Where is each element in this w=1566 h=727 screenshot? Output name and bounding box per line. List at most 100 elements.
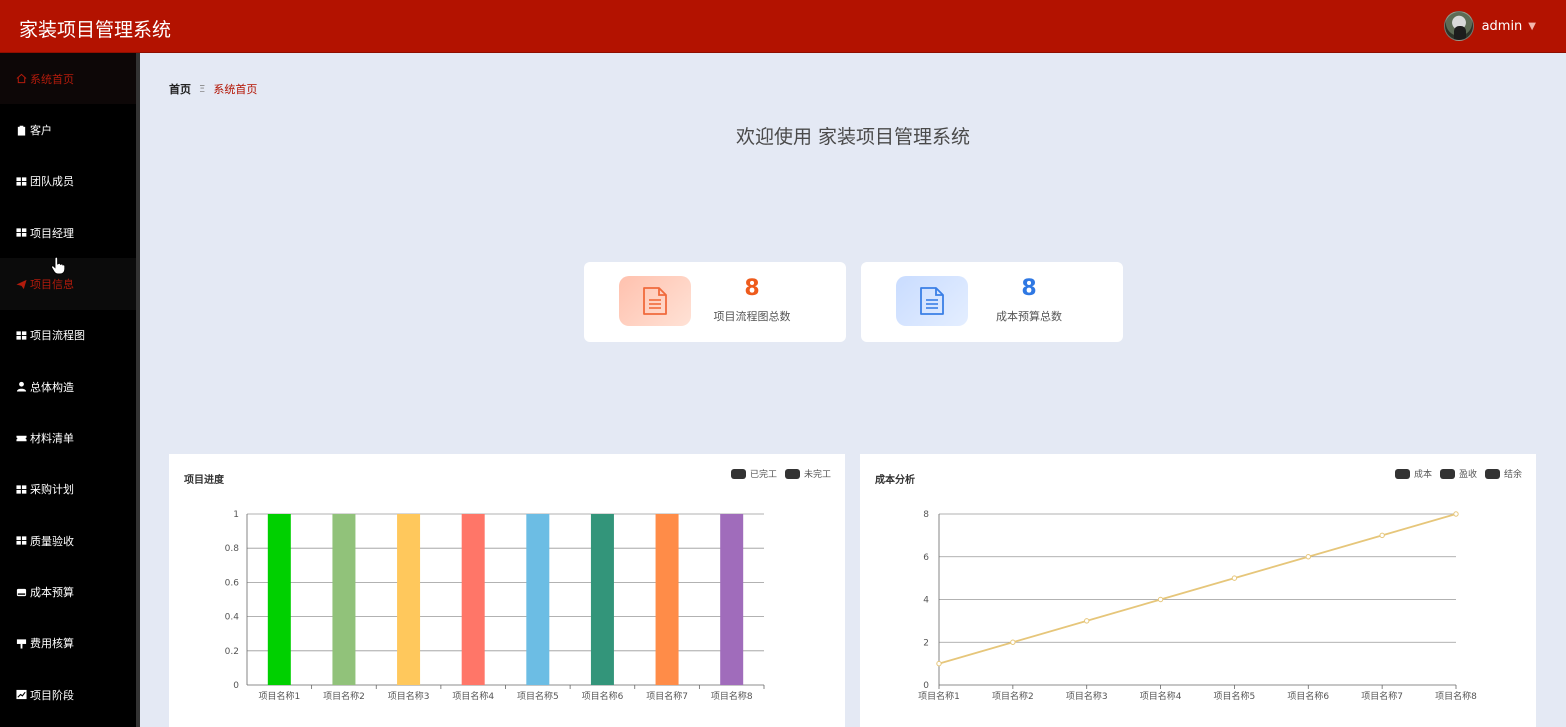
bar bbox=[590, 514, 614, 685]
breadcrumb: 首页 Ξ 系统首页 bbox=[169, 81, 257, 97]
sidebar-item-label: 总体构造 bbox=[30, 380, 74, 394]
y-tick-label: 0.2 bbox=[225, 647, 239, 657]
sidebar-item[interactable]: 项目信息 bbox=[0, 258, 139, 310]
breadcrumb-current: 系统首页 bbox=[213, 83, 258, 96]
stat-card-budgets: 8 成本预算总数 bbox=[861, 262, 1123, 342]
sidebar-item-label: 项目流程图 bbox=[30, 329, 85, 343]
bar bbox=[461, 514, 485, 685]
x-tick-label: 项目名称5 bbox=[517, 690, 559, 702]
x-tick-label: 项目名称8 bbox=[711, 690, 753, 702]
sidebar-item-label: 系统首页 bbox=[30, 72, 74, 86]
user-name[interactable]: admin bbox=[1482, 19, 1523, 34]
x-tick-label: 项目名称7 bbox=[1361, 690, 1403, 702]
x-tick-label: 项目名称2 bbox=[992, 690, 1034, 702]
send-icon bbox=[16, 279, 27, 290]
user-icon bbox=[16, 381, 27, 392]
data-point bbox=[1305, 554, 1311, 560]
y-tick-label: 6 bbox=[923, 553, 929, 563]
x-tick-label: 项目名称4 bbox=[452, 690, 494, 702]
x-tick-label: 项目名称4 bbox=[1140, 690, 1182, 702]
sign-icon bbox=[16, 638, 27, 649]
data-point bbox=[1231, 575, 1238, 581]
data-point bbox=[1157, 596, 1164, 603]
stat-label: 项目流程图总数 bbox=[713, 310, 791, 323]
sidebar-item[interactable]: 项目阶段 bbox=[0, 669, 139, 720]
progress-chart-panel: 项目进度 已完工 未完工 0 0.2 0.4 0.6 0.8 1 项目名称1 项目名称2 项目名… bbox=[169, 454, 845, 727]
app-title: 家装项目管理系统 bbox=[19, 19, 172, 41]
line-chart: 0 2 4 6 8 项目名称1 项目名称2 项目名称3 项目名称4 项目名称5 项目名称6 项目名称7… bbox=[918, 510, 1477, 702]
x-tick-label: 项目名称6 bbox=[582, 690, 624, 702]
sidebar-item[interactable]: 项目经理 bbox=[0, 207, 139, 258]
bar bbox=[655, 514, 679, 685]
y-tick-label: 8 bbox=[923, 510, 929, 520]
y-tick-label: 0 bbox=[923, 681, 929, 691]
x-tick-label: 项目名称1 bbox=[918, 690, 960, 702]
y-tick-label: 0.4 bbox=[225, 613, 240, 623]
sidebar-item[interactable]: 成本预算 bbox=[0, 566, 139, 617]
bar bbox=[720, 514, 744, 685]
data-point bbox=[1379, 532, 1385, 539]
data-point bbox=[1010, 639, 1016, 645]
y-tick-label: 0 bbox=[233, 681, 239, 691]
sidebar-item[interactable]: 采购计划 bbox=[0, 464, 139, 515]
sidebar-item[interactable]: 系统首页 bbox=[0, 53, 139, 105]
data-point bbox=[936, 660, 942, 667]
chart-icon bbox=[16, 689, 27, 700]
bar-chart: 0 0.2 0.4 0.6 0.8 1 项目名称1 项目名称2 项目名称3 项目名称4 项目名称5 项… bbox=[225, 510, 765, 702]
y-tick-label: 4 bbox=[923, 596, 929, 606]
grid-icon bbox=[16, 227, 27, 238]
y-tick-label: 0.8 bbox=[225, 544, 240, 554]
sidebar-item[interactable]: 材料清单 bbox=[0, 412, 139, 463]
sidebar-item[interactable]: 质量验收 bbox=[0, 515, 139, 566]
chevron-down-icon[interactable]: ▼ bbox=[1528, 21, 1536, 32]
bar bbox=[267, 514, 291, 685]
data-point bbox=[1453, 511, 1459, 517]
x-tick-label: 项目名称3 bbox=[388, 690, 430, 702]
sidebar-item[interactable]: 项目流程图 bbox=[0, 310, 139, 361]
stat-value: 8 bbox=[744, 276, 760, 301]
x-tick-label: 项目名称5 bbox=[1214, 690, 1256, 702]
cost-chart-panel: 成本分析 成本 盈收 结余 0 2 4 6 8 项目名称1 项目名称2 项目名称3 项目名称4 项… bbox=[860, 454, 1536, 727]
avatar[interactable] bbox=[1443, 11, 1474, 41]
sidebar-item-label: 质量验收 bbox=[30, 534, 74, 548]
y-tick-label: 1 bbox=[233, 510, 239, 520]
x-tick-label: 项目名称2 bbox=[323, 690, 365, 702]
sidebar-item-label: 费用核算 bbox=[30, 637, 74, 651]
sidebar-item-label: 采购计划 bbox=[30, 483, 74, 497]
sidebar-scrollbar[interactable] bbox=[136, 53, 140, 727]
grid-icon bbox=[16, 330, 27, 341]
stat-label: 成本预算总数 bbox=[996, 310, 1062, 323]
hand-cursor-icon bbox=[51, 257, 65, 275]
data-point bbox=[1084, 618, 1090, 624]
series-line bbox=[938, 513, 1457, 665]
x-tick-label: 项目名称1 bbox=[258, 690, 300, 702]
breadcrumb-home[interactable]: 首页 bbox=[169, 81, 191, 97]
grid-icon bbox=[16, 176, 27, 187]
sidebar-item-label: 材料清单 bbox=[30, 432, 74, 446]
sidebar-item[interactable]: 总体构造 bbox=[0, 361, 139, 412]
x-tick-label: 项目名称6 bbox=[1287, 690, 1329, 702]
bar bbox=[332, 514, 356, 685]
hdd-icon bbox=[16, 587, 27, 598]
ticket-icon bbox=[16, 433, 27, 444]
x-tick-label: 项目名称3 bbox=[1066, 690, 1108, 702]
sidebar-item-label: 成本预算 bbox=[30, 586, 74, 600]
x-tick-label: 项目名称7 bbox=[646, 690, 688, 702]
stat-value: 8 bbox=[1021, 276, 1037, 301]
stat-card-flowcharts: 8 项目流程图总数 bbox=[584, 262, 846, 342]
sidebar-item[interactable]: 团队成员 bbox=[0, 156, 139, 207]
top-bar: 家装项目管理系统 admin ▼ bbox=[0, 0, 1566, 53]
user-menu[interactable]: admin ▼ bbox=[1443, 11, 1536, 41]
sidebar-item-label: 项目信息 bbox=[30, 278, 74, 292]
x-tick-label: 项目名称8 bbox=[1435, 690, 1477, 702]
document-icon bbox=[619, 276, 691, 326]
welcome-heading: 欢迎使用 家装项目管理系统 bbox=[735, 126, 971, 148]
grid-icon bbox=[16, 535, 27, 546]
y-tick-label: 2 bbox=[923, 638, 929, 648]
sidebar-item[interactable]: 费用核算 bbox=[0, 618, 139, 669]
y-tick-label: 0.6 bbox=[225, 578, 240, 588]
grid-icon bbox=[16, 484, 27, 495]
sidebar-item-label: 项目阶段 bbox=[30, 688, 74, 702]
sidebar-item-label: 团队成员 bbox=[30, 175, 74, 189]
home-icon bbox=[16, 73, 27, 84]
